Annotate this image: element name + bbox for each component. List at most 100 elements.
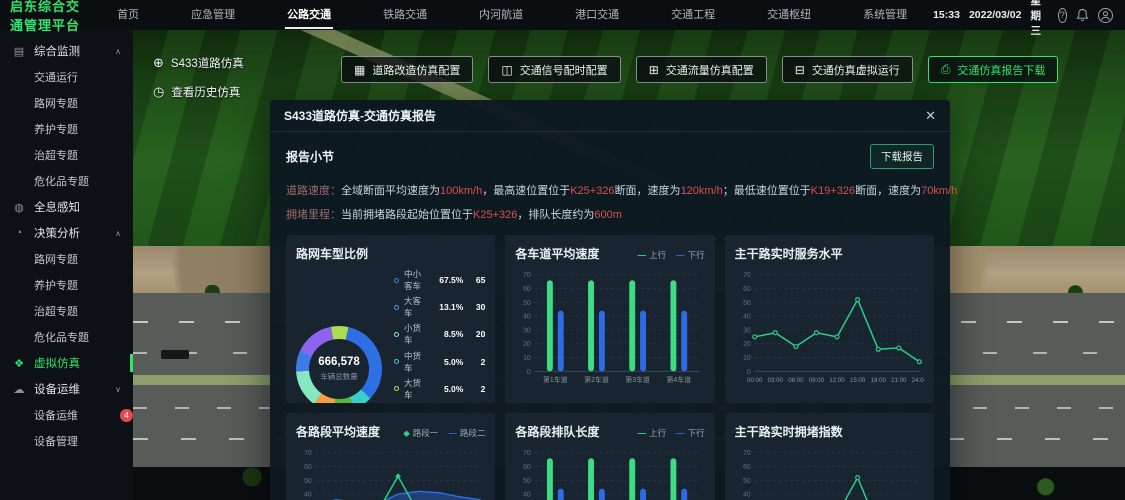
svg-text:60: 60 (523, 286, 531, 293)
svg-text:60: 60 (743, 286, 751, 293)
svg-text:第4车道: 第4车道 (667, 375, 692, 384)
toolbar-button-交通仿真虚拟运行[interactable]: ⊟ 交通仿真虚拟运行 (782, 56, 913, 83)
nav-item-交通工程[interactable]: 交通工程 (645, 0, 741, 30)
toolbar-button-交通流量仿真配置[interactable]: ⊞交通流量仿真配置 (636, 56, 767, 83)
globe-icon: ◍ (12, 201, 26, 214)
nav-item-首页[interactable]: 首页 (91, 0, 165, 30)
toolbar-button-label: 道路改造仿真配置 (372, 62, 460, 78)
report-highlight-value: 100km/h (440, 185, 482, 197)
chart-title: 各车道平均速度 (515, 245, 599, 262)
sidebar-item-养护专题[interactable]: 养护专题 (0, 272, 133, 298)
toolbar-button-label: 交通仿真报告下载 (957, 62, 1045, 78)
main-nav: 首页应急管理公路交通铁路交通内河航道港口交通交通工程交通枢纽系统管理 (91, 0, 933, 30)
sidebar-item-治超专题[interactable]: 治超专题 (0, 142, 133, 168)
nav-item-应急管理[interactable]: 应急管理 (165, 0, 261, 30)
nav-item-内河航道[interactable]: 内河航道 (453, 0, 549, 30)
user-icon[interactable] (1098, 8, 1113, 23)
svg-text:40: 40 (523, 492, 531, 499)
report-line: 拥堵里程：当前拥堵路段起始位置位于K25+326，排队长度约为600m (286, 203, 934, 227)
chart-title: 主干路实时拥堵指数 (735, 423, 843, 440)
sidebar-item-设备运维[interactable]: ☁设备运维∨ (0, 376, 133, 402)
nav-item-港口交通[interactable]: 港口交通 (549, 0, 645, 30)
realtime-service-level-chart: 主干路实时服务水平01020304050607000:0003:0006:000… (725, 235, 934, 403)
svg-text:50: 50 (304, 478, 312, 485)
svg-text:10: 10 (523, 355, 531, 362)
alert-count-badge: 4 (120, 409, 133, 422)
sidebar-item-label: 虚拟仿真 (34, 355, 133, 371)
toolbar-link-查看历史仿真[interactable]: ◷ 查看历史仿真 (153, 84, 244, 100)
analysis-icon: ◔ (12, 227, 26, 239)
help-icon[interactable]: ? (1058, 8, 1067, 23)
svg-text:70: 70 (304, 450, 312, 457)
sidebar-item-虚拟仿真[interactable]: ❖虚拟仿真 (0, 350, 133, 376)
nav-item-交通枢纽[interactable]: 交通枢纽 (741, 0, 837, 30)
close-icon[interactable]: ✕ (925, 108, 936, 124)
toolbar-button-label: 交通仿真虚拟运行 (812, 62, 900, 78)
sidebar-item-治超专题[interactable]: 治超专题 (0, 298, 133, 324)
toolbar-button-label: 交通信号配时配置 (520, 62, 608, 78)
nav-item-公路交通[interactable]: 公路交通 (261, 0, 357, 30)
pie-legend-row-中小客车: 中小客车67.5%65 (394, 268, 485, 292)
download-report-button[interactable]: 下载报告 (870, 144, 934, 169)
nav-item-铁路交通[interactable]: 铁路交通 (357, 0, 453, 30)
sidebar-item-路网专题[interactable]: 路网专题 (0, 90, 133, 116)
bell-icon[interactable] (1076, 8, 1089, 23)
report-highlight-value: K25+326 (473, 209, 517, 221)
virtual-run-icon: ⊟ (795, 63, 805, 77)
vehicle-type-ratio-chart: 路网车型比例666,578车辆总数量中小客车67.5%65大客车13.1%30小… (286, 235, 495, 403)
sidebar-item-交通运行[interactable]: 交通运行 (0, 64, 133, 90)
segment-queue-length-chart: 各路段排队长度—上行—下行010203040506070 (505, 413, 714, 500)
toolbar-link-S433道路仿真[interactable]: ⊕S433道路仿真 (153, 55, 244, 71)
svg-text:12:00: 12:00 (829, 377, 845, 384)
time: 15:33 (933, 9, 960, 21)
svg-text:0: 0 (527, 369, 531, 376)
sidebar-item-label: 设备运维 (34, 407, 114, 423)
chevron-up-icon: ∧ (115, 47, 121, 56)
sidebar-item-label: 交通运行 (34, 69, 133, 85)
sidebar-item-决策分析[interactable]: ◔决策分析∧ (0, 220, 133, 246)
svg-text:60: 60 (304, 464, 312, 471)
clock-area: 15:33 2022/03/02 星期三 ? (933, 0, 1125, 38)
segment-average-speed-chart: 各路段平均速度◆路段一—路段二010203040506070 (286, 413, 495, 500)
lane-average-speed-chart: 各车道平均速度—上行—下行010203040506070第1车道第2车道第3车道… (505, 235, 714, 403)
sidebar-item-label: 设备运维 (34, 381, 115, 397)
sidebar-item-设备运维[interactable]: 设备运维 4 (0, 402, 133, 428)
sidebar-item-label: 养护专题 (34, 121, 133, 137)
svg-text:21:00: 21:00 (891, 377, 907, 384)
sidebar-item-危化品专题[interactable]: 危化品专题 (0, 168, 133, 194)
toolbar-button-交通信号配时配置[interactable]: ◫交通信号配时配置 (488, 56, 620, 83)
plus-circle-icon: ⊕ (153, 55, 164, 71)
svg-text:40: 40 (743, 314, 751, 321)
sidebar-item-危化品专题[interactable]: 危化品专题 (0, 324, 133, 350)
svg-text:20: 20 (523, 341, 531, 348)
sidebar-item-设备管理[interactable]: 设备管理 (0, 428, 133, 454)
nav-item-系统管理[interactable]: 系统管理 (837, 0, 933, 30)
toolbar-button-道路改造仿真配置[interactable]: ▦道路改造仿真配置 (341, 56, 473, 83)
svg-text:40: 40 (743, 492, 751, 499)
sidebar-item-养护专题[interactable]: 养护专题 (0, 116, 133, 142)
各路段排队长度-plot: 010203040506070 (515, 444, 704, 500)
svg-text:10: 10 (743, 355, 751, 362)
svg-text:50: 50 (523, 300, 531, 307)
modal-header: S433道路仿真-交通仿真报告 ✕ (270, 100, 950, 132)
sidebar-item-label: 路网专题 (34, 95, 133, 111)
svg-text:24:00: 24:00 (911, 377, 924, 384)
sidebar-item-label: 养护专题 (34, 277, 133, 293)
charts-grid: 路网车型比例666,578车辆总数量中小客车67.5%65大客车13.1%30小… (286, 235, 934, 500)
legend-item-上行: —上行 (638, 249, 667, 261)
主干路实时拥堵指数-plot: 010203040506070 (735, 444, 924, 500)
toolbar-button-交通仿真报告下载[interactable]: ⎙交通仿真报告下载 (928, 56, 1059, 83)
svg-text:0: 0 (747, 369, 751, 376)
sidebar-item-综合监测[interactable]: ▤综合监测∧ (0, 38, 133, 64)
svg-text:30: 30 (743, 327, 751, 334)
history-icon: ◷ (153, 84, 164, 100)
sidebar-item-路网专题[interactable]: 路网专题 (0, 246, 133, 272)
toolbar-link-label: 查看历史仿真 (171, 84, 240, 100)
main-area: ⊕S433道路仿真 ◷ 查看历史仿真 ▦道路改造仿真配置 ◫交通信号配时配置 ⊞交通流量… (133, 30, 1125, 500)
svg-text:60: 60 (743, 464, 751, 471)
sidebar-item-全息感知[interactable]: ◍全息感知 (0, 194, 133, 220)
svg-text:第3车道: 第3车道 (626, 375, 651, 384)
svg-text:06:00: 06:00 (788, 377, 804, 384)
svg-text:40: 40 (523, 314, 531, 321)
cloud-icon: ☁ (12, 383, 26, 396)
